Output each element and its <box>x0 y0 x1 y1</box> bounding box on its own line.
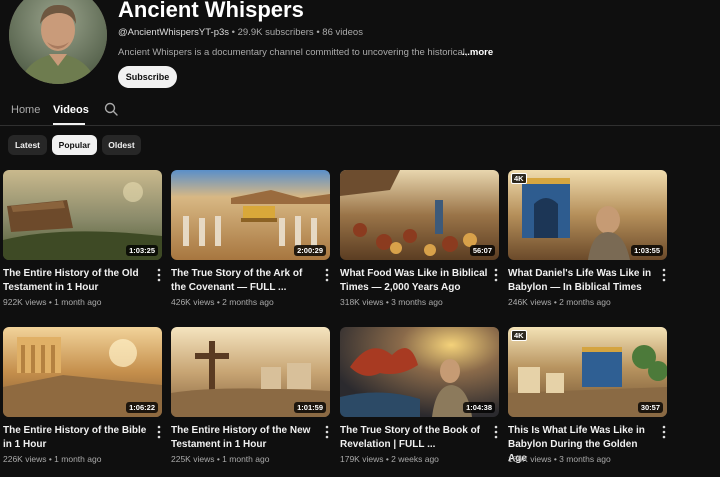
video-age: 2 weeks ago <box>391 454 439 464</box>
channel-stats: • 29.9K subscribers • 86 videos <box>231 27 363 38</box>
video-views: 226K views <box>3 454 47 464</box>
video-title[interactable]: The True Story of the Ark of the Covenan… <box>171 267 319 295</box>
more-vert-icon[interactable] <box>661 425 667 439</box>
video-age: 1 month ago <box>54 454 102 464</box>
video-duration: 1:06:22 <box>126 402 158 413</box>
video-age: 3 months ago <box>559 454 611 464</box>
video-title[interactable]: The True Story of the Book of Revelation… <box>340 424 488 452</box>
quality-badge: 4K <box>511 173 527 184</box>
more-vert-icon[interactable] <box>156 268 162 282</box>
video-age: 1 month ago <box>54 297 102 307</box>
channel-handle: @AncientWhispersYT-p3s <box>118 27 230 38</box>
more-link[interactable]: ...more <box>462 47 493 58</box>
video-views: 426K views <box>171 297 215 307</box>
video-duration: 1:01:59 <box>294 402 326 413</box>
video-duration: 1:04:38 <box>463 402 495 413</box>
video-meta: 318K views • 3 months ago <box>340 297 443 307</box>
video-thumbnail[interactable]: 1:01:59 <box>171 327 330 417</box>
video-meta: 179K views • 2 weeks ago <box>340 454 439 464</box>
video-meta: 426K views • 2 months ago <box>171 297 274 307</box>
video-duration: 1:03:55 <box>631 245 663 256</box>
video-age: 2 months ago <box>559 297 611 307</box>
video-age: 1 month ago <box>222 454 270 464</box>
subscribe-button[interactable]: Subscribe <box>118 66 177 88</box>
video-thumbnail[interactable]: 2:00:29 <box>171 170 330 260</box>
search-icon[interactable] <box>104 102 118 116</box>
channel-avatar[interactable] <box>9 0 107 84</box>
channel-name: Ancient Whispers <box>118 0 304 22</box>
more-vert-icon[interactable] <box>156 425 162 439</box>
video-views: 225K views <box>171 454 215 464</box>
video-views: 246K views <box>508 297 552 307</box>
video-meta: 166K views • 3 months ago <box>508 454 611 464</box>
chip-popular[interactable]: Popular <box>52 135 97 155</box>
channel-meta: @AncientWhispersYT-p3s • 29.9K subscribe… <box>118 27 363 38</box>
video-thumbnail[interactable]: 1:06:22 <box>3 327 162 417</box>
channel-description[interactable]: Ancient Whispers is a documentary channe… <box>118 47 468 58</box>
video-title[interactable]: What Daniel's Life Was Like in Babylon —… <box>508 267 656 295</box>
video-meta: 225K views • 1 month ago <box>171 454 270 464</box>
more-vert-icon[interactable] <box>493 425 499 439</box>
video-duration: 1:03:25 <box>126 245 158 256</box>
tab-videos[interactable]: Videos <box>53 104 89 116</box>
video-thumbnail[interactable]: 1:04:38 <box>340 327 499 417</box>
video-thumbnail[interactable]: 56:07 <box>340 170 499 260</box>
video-thumbnail[interactable]: 1:03:25 <box>3 170 162 260</box>
more-vert-icon[interactable] <box>324 268 330 282</box>
more-vert-icon[interactable] <box>324 425 330 439</box>
video-title[interactable]: The Entire History of the Old Testament … <box>3 267 151 295</box>
video-thumbnail[interactable]: 4K 1:03:55 <box>508 170 667 260</box>
video-meta: 922K views • 1 month ago <box>3 297 102 307</box>
video-duration: 56:07 <box>469 245 495 256</box>
chip-oldest[interactable]: Oldest <box>102 135 141 155</box>
video-title[interactable]: What Food Was Like in Biblical Times — 2… <box>340 267 488 295</box>
video-views: 318K views <box>340 297 384 307</box>
video-duration: 30:57 <box>637 402 663 413</box>
video-age: 3 months ago <box>391 297 443 307</box>
tab-home[interactable]: Home <box>11 104 40 116</box>
video-age: 2 months ago <box>222 297 274 307</box>
video-title[interactable]: The Entire History of the Bible in 1 Hou… <box>3 424 151 452</box>
quality-badge: 4K <box>511 330 527 341</box>
video-duration: 2:00:29 <box>294 245 326 256</box>
channel-header: Ancient Whispers @AncientWhispersYT-p3s … <box>0 0 720 96</box>
video-title[interactable]: The Entire History of the New Testament … <box>171 424 319 452</box>
more-vert-icon[interactable] <box>661 268 667 282</box>
video-meta: 246K views • 2 months ago <box>508 297 611 307</box>
video-views: 179K views <box>340 454 384 464</box>
video-views: 922K views <box>3 297 47 307</box>
active-tab-indicator <box>53 123 85 125</box>
more-vert-icon[interactable] <box>493 268 499 282</box>
video-thumbnail[interactable]: 4K 30:57 <box>508 327 667 417</box>
video-views: 166K views <box>508 454 552 464</box>
video-meta: 226K views • 1 month ago <box>3 454 102 464</box>
chip-latest[interactable]: Latest <box>8 135 47 155</box>
channel-tabs: Home Videos <box>0 96 720 126</box>
